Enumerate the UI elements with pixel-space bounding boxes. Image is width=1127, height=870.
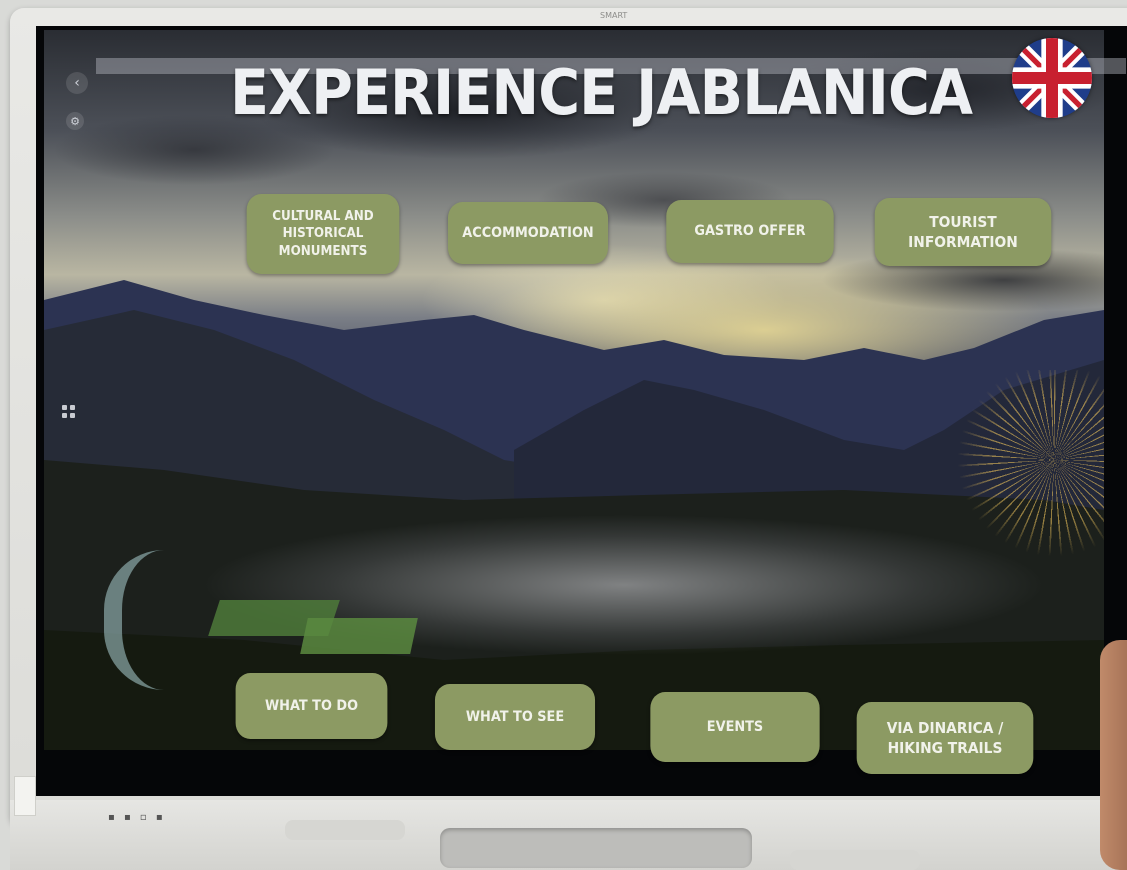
river [104, 550, 212, 690]
pen-tray [285, 820, 405, 840]
events-button[interactable]: EVENTS [650, 692, 820, 762]
brand-logo: SMART [600, 11, 628, 20]
what-to-see-button[interactable]: WHAT TO SEE [434, 684, 596, 750]
cultural-monuments-button[interactable]: CULTURAL AND HISTORICAL MONUMENTS [246, 194, 400, 274]
gear-icon[interactable]: ⚙ [66, 112, 84, 130]
pen-tray [440, 828, 752, 868]
tourist-information-button[interactable]: TOURIST INFORMATION [874, 198, 1052, 266]
background-photo [44, 30, 1104, 750]
what-to-do-button[interactable]: WHAT TO DO [235, 673, 388, 739]
person-hand [1100, 640, 1127, 870]
firework-burst [944, 370, 1104, 570]
pen-tray [790, 850, 920, 870]
accommodation-button[interactable]: ACCOMMODATION [447, 202, 609, 264]
device-sticker [14, 776, 36, 816]
via-dinarica-hiking-trails-button[interactable]: VIA DINARICA / HIKING TRAILS [856, 702, 1034, 774]
gastro-offer-button[interactable]: GASTRO OFFER [666, 200, 834, 263]
uk-flag-icon[interactable] [1012, 38, 1092, 118]
page-title: EXPERIENCE JABLANICA [230, 56, 973, 129]
sports-field [300, 618, 418, 654]
grid-icon[interactable] [62, 405, 76, 419]
back-arrow-icon[interactable]: ‹ [66, 72, 88, 94]
hardware-buttons: ▪ ▪ ▫ ▪ [108, 812, 166, 823]
